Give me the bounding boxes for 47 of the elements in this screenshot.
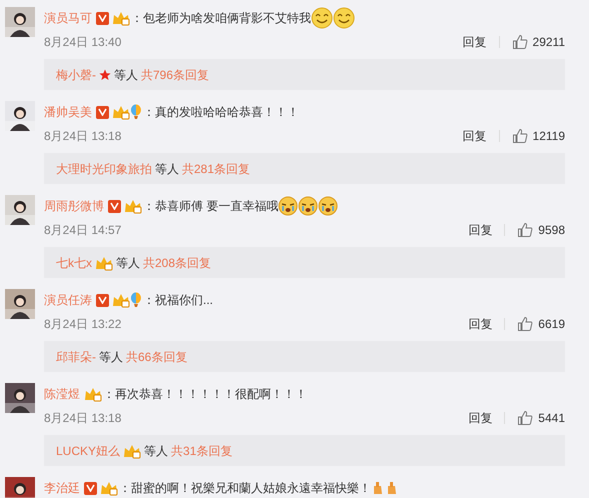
comment-time: 8月24日 13:40: [44, 34, 122, 50]
comment-text: ：再次恭喜！！！！！！很配啊！！！: [103, 386, 307, 403]
reply-count-link[interactable]: 共31条回复: [171, 442, 232, 460]
reply-count-link[interactable]: 共796条回复: [141, 66, 210, 84]
comment-time: 8月24日 14:57: [44, 222, 122, 238]
preview-label: 等人: [155, 160, 179, 178]
comment-text: ：恭喜师傅 要一直幸福哦: [143, 198, 278, 215]
preview-label: 等人: [116, 254, 140, 272]
preview-label: 等人: [114, 66, 138, 84]
preview-label: 等人: [144, 442, 168, 460]
reply-count-link[interactable]: 共66条回复: [126, 348, 188, 366]
reply-link[interactable]: 回复: [462, 126, 487, 144]
user-name-link[interactable]: 李治廷: [44, 479, 80, 497]
like-button[interactable]: 12119: [512, 126, 565, 144]
preview-label: 等人: [99, 348, 123, 366]
thumbs-up-icon: [517, 316, 534, 332]
reply-link[interactable]: 回复: [468, 314, 492, 332]
reply-link[interactable]: 回复: [468, 220, 492, 238]
like-button[interactable]: 29211: [512, 32, 565, 50]
user-name-link[interactable]: 演员任涛: [44, 291, 92, 309]
comment-time: 8月24日 13:18: [44, 128, 122, 144]
reply-link[interactable]: 回复: [462, 32, 487, 50]
user-name-link[interactable]: 周雨彤微博: [44, 197, 104, 215]
user-name-link[interactable]: 演员马可: [44, 9, 92, 27]
comment-text: ：包老师为啥发咱俩背影不艾特我: [131, 10, 311, 27]
user-name-link[interactable]: 陈滢煜: [44, 385, 80, 403]
user-name-link[interactable]: 大理时光印象旅拍: [56, 160, 152, 178]
like-button[interactable]: 9598: [517, 220, 565, 238]
comment-text: ：祝福你们...: [143, 292, 214, 309]
user-name-link[interactable]: 邱菲朵-: [56, 348, 96, 366]
thumbs-up-icon: [512, 128, 528, 144]
user-name-link[interactable]: 七k七x: [56, 254, 92, 272]
comment-text: ：甜蜜的啊！祝樂兄和蘭人姑娘永遠幸福快樂！: [119, 480, 371, 497]
thumbs-up-icon: [517, 410, 534, 426]
thumbs-up-icon: [512, 34, 528, 50]
reply-link[interactable]: 回复: [468, 408, 492, 426]
like-button[interactable]: 6619: [517, 314, 565, 332]
user-name-link[interactable]: 潘帅吴美: [44, 103, 92, 121]
reply-count-link[interactable]: 共281条回复: [182, 160, 250, 178]
user-name-link[interactable]: 梅小磬-: [56, 66, 96, 84]
comment-time: 8月24日 13:22: [44, 316, 122, 332]
like-button[interactable]: 5441: [517, 408, 565, 426]
comment-time: 8月24日 13:18: [44, 410, 122, 426]
comment-text: ：真的发啦哈哈哈恭喜！！！: [143, 104, 299, 121]
thumbs-up-icon: [517, 222, 534, 238]
reply-count-link[interactable]: 共208条回复: [143, 254, 212, 272]
user-name-link[interactable]: LUCKY妞么: [56, 442, 120, 460]
